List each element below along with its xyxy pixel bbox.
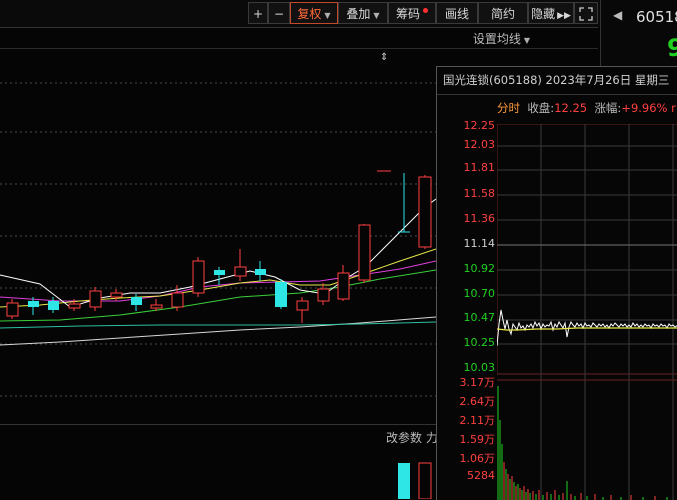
- popup-info-row: 分时 收盘:12.25 涨幅:+9.96% r: [497, 100, 676, 116]
- change-value: +9.96%: [621, 101, 668, 115]
- price-tick: 11.36: [463, 212, 496, 225]
- price-tick: 12.03: [463, 138, 496, 151]
- candle: [337, 272, 350, 300]
- edit-params-button[interactable]: 改参数 力: [386, 429, 438, 446]
- kline-markers: ⇕ *: [380, 52, 388, 63]
- ma5-line: [0, 198, 436, 308]
- price-tick: 12.25: [463, 119, 496, 132]
- chevron-down-icon: ▼: [523, 36, 530, 45]
- huaxian-label: 画线: [444, 7, 469, 21]
- kline-chart[interactable]: ⇕ *: [0, 49, 436, 499]
- fullscreen-icon: [579, 7, 593, 21]
- zoom-out-label: −: [273, 7, 285, 21]
- candle: [192, 260, 205, 294]
- candle: [296, 300, 309, 311]
- stock-code: 60518: [636, 8, 677, 26]
- price-tick: 10.25: [463, 336, 496, 349]
- diejia-button[interactable]: 叠加 ▼: [338, 2, 388, 24]
- current-price: 9: [667, 34, 677, 62]
- chart-toolbar: + − 复权 ▼ 叠加 ▼ 筹码 画线 简约 隐藏 ▶▶: [0, 0, 600, 27]
- quote-panel: ◀ 60518 9: [600, 0, 677, 70]
- candle: [89, 290, 102, 308]
- ma30b-line: [0, 269, 436, 322]
- popup-divider: [437, 94, 677, 95]
- price-tick: 11.58: [463, 187, 496, 200]
- price-tick: 11.81: [463, 161, 496, 174]
- ma-settings-bar: 设置均线 ▼: [0, 28, 598, 48]
- fuquan-button[interactable]: 复权 ▼: [290, 2, 338, 24]
- zoom-in-button[interactable]: +: [248, 2, 268, 24]
- candle: [131, 297, 142, 305]
- volume-tick: 1.06万: [459, 452, 496, 465]
- close-label: 收盘:: [527, 101, 555, 115]
- popup-title: 国光连锁(605188) 2023年7月26日 星期三: [443, 73, 670, 87]
- ma-settings-label: 设置均线: [472, 32, 521, 46]
- volume-tick: 3.17万: [459, 376, 496, 389]
- price-tick: 11.14: [463, 237, 496, 250]
- candle: [418, 176, 432, 248]
- jianyue-button[interactable]: 简约: [478, 2, 528, 24]
- candle: [234, 266, 247, 277]
- candle: [214, 270, 225, 275]
- price-tick: 10.92: [463, 262, 496, 275]
- kline-gridlines: [0, 82, 436, 397]
- trailing-label: r: [671, 101, 676, 115]
- jianyue-label: 简约: [490, 7, 515, 21]
- yincang-label: 隐藏: [531, 7, 556, 21]
- candle: [6, 302, 19, 317]
- intraday-volume-bars: [497, 386, 668, 500]
- candle: [48, 301, 59, 310]
- volume-bar: [418, 462, 432, 499]
- volume-panel: [398, 462, 432, 499]
- volume-divider: [0, 424, 436, 425]
- chevron-down-icon: ▼: [373, 11, 380, 20]
- intraday-chart[interactable]: [497, 124, 677, 500]
- edit-params-label: 改参数: [386, 431, 423, 445]
- chouma-label: 筹码: [395, 7, 420, 21]
- price-tick: 10.03: [463, 361, 496, 374]
- volume-tick: 5284: [467, 469, 495, 482]
- change-label: 涨幅:: [594, 101, 622, 115]
- drag-handle-icon[interactable]: ⇕: [380, 52, 388, 63]
- diejia-label: 叠加: [346, 7, 371, 21]
- ma30-line: [0, 321, 436, 329]
- ma60-line: [0, 316, 436, 346]
- volume-bar: [398, 463, 410, 499]
- candle: [28, 301, 39, 307]
- prev-stock-arrow-icon[interactable]: ◀: [613, 8, 622, 22]
- chouma-button[interactable]: 筹码: [388, 2, 436, 24]
- fullscreen-button[interactable]: [574, 2, 598, 24]
- volume-tick: 1.59万: [459, 433, 496, 446]
- zoom-out-button[interactable]: −: [268, 2, 290, 24]
- close-value: 12.25: [554, 101, 588, 115]
- fuquan-label: 复权: [297, 7, 322, 21]
- tab-fenshi[interactable]: 分时: [497, 101, 520, 115]
- double-chevron-right-icon: ▶▶: [557, 11, 571, 21]
- volume-tick: 2.64万: [459, 395, 496, 408]
- candle: [68, 303, 81, 309]
- ma-settings-button[interactable]: 设置均线 ▼: [473, 30, 530, 47]
- intraday-gridlines: [497, 124, 677, 500]
- ma10-line: [0, 248, 436, 308]
- notification-dot-icon: [423, 8, 428, 13]
- candle: [358, 224, 371, 281]
- intraday-popup: 国光连锁(605188) 2023年7月26日 星期三 分时 收盘:12.25 …: [436, 66, 677, 500]
- candle: [317, 288, 330, 302]
- candle: [110, 292, 123, 298]
- candle: [150, 304, 163, 309]
- candle: [255, 269, 266, 275]
- candle: [275, 282, 287, 307]
- volume-tick: 2.11万: [459, 414, 496, 427]
- price-tick: 10.47: [463, 311, 496, 324]
- chevron-down-icon: ▼: [324, 11, 331, 20]
- zoom-in-label: +: [252, 7, 264, 21]
- candle: [171, 292, 184, 308]
- price-tick: 10.70: [463, 287, 496, 300]
- yincang-button[interactable]: 隐藏 ▶▶: [528, 2, 574, 24]
- huaxian-button[interactable]: 画线: [436, 2, 478, 24]
